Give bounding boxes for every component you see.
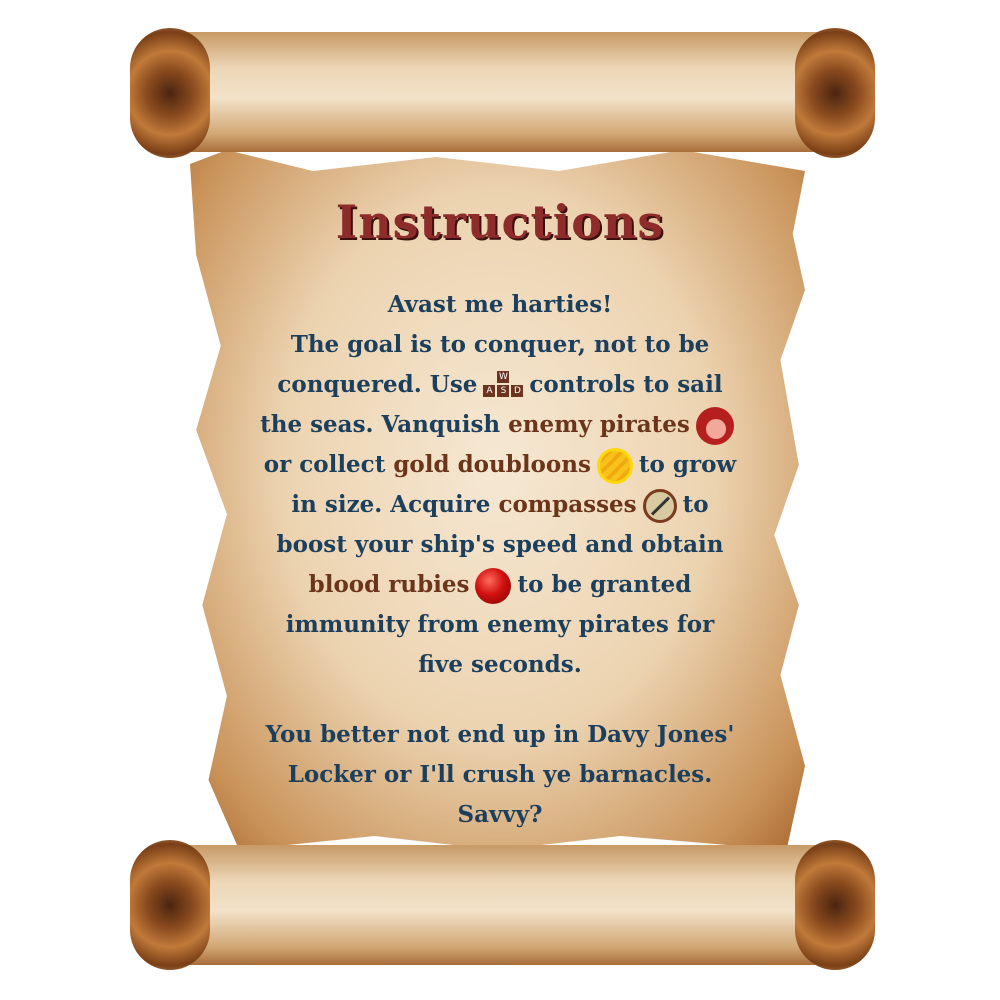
text: the seas. Vanquish bbox=[260, 411, 501, 438]
text: to grow bbox=[638, 451, 737, 478]
enemy-pirate-icon bbox=[695, 407, 734, 445]
scroll-bottom-roll bbox=[135, 845, 870, 965]
scroll-end-icon bbox=[795, 840, 875, 970]
instructions-text: Avast me harties! The goal is to conquer… bbox=[220, 285, 780, 835]
highlight-blood-rubies: blood rubies bbox=[308, 571, 470, 598]
text: controls to sail bbox=[529, 371, 723, 398]
scroll-top-roll bbox=[135, 32, 870, 152]
text-line: blood rubies to be granted bbox=[220, 565, 780, 605]
text-line: in size. Acquire compasses to bbox=[220, 485, 780, 525]
text-line: Avast me harties! bbox=[387, 291, 613, 318]
text-line: Locker or I'll crush ye barnacles. bbox=[287, 761, 713, 788]
text-line: boost your ship's speed and obtain bbox=[276, 531, 724, 558]
text-line: the seas. Vanquish enemy pirates bbox=[220, 405, 780, 445]
text-line: five seconds. bbox=[418, 651, 582, 678]
text-line: or collect gold doubloons to grow bbox=[220, 445, 780, 485]
text-line: Savvy? bbox=[457, 801, 543, 828]
blood-ruby-icon bbox=[475, 568, 512, 604]
text-line: The goal is to conquer, not to be bbox=[290, 331, 710, 358]
text: to bbox=[682, 491, 709, 518]
page-title: Instructions bbox=[335, 195, 665, 249]
compass-icon bbox=[642, 489, 677, 523]
text-line: You better not end up in Davy Jones' bbox=[265, 721, 735, 748]
key-s: S bbox=[497, 385, 510, 397]
key-a: A bbox=[483, 385, 496, 397]
gold-doubloon-icon bbox=[596, 448, 633, 484]
highlight-enemy-pirates: enemy pirates bbox=[508, 411, 690, 438]
text-line: immunity from enemy pirates for bbox=[285, 611, 715, 638]
text: to be granted bbox=[517, 571, 692, 598]
highlight-gold-doubloons: gold doubloons bbox=[393, 451, 591, 478]
wasd-keys-icon: WASD bbox=[483, 371, 524, 401]
text: conquered. Use bbox=[277, 371, 478, 398]
scroll-end-icon bbox=[130, 840, 210, 970]
scroll-end-icon bbox=[130, 28, 210, 158]
key-d: D bbox=[511, 385, 524, 397]
text-line: conquered. Use W A S Dcontrols to sail bbox=[220, 365, 780, 405]
key-w: W bbox=[497, 371, 510, 383]
text: in size. Acquire bbox=[291, 491, 491, 518]
text: or collect bbox=[263, 451, 386, 478]
highlight-compasses: compasses bbox=[498, 491, 637, 518]
scroll-end-icon bbox=[795, 28, 875, 158]
